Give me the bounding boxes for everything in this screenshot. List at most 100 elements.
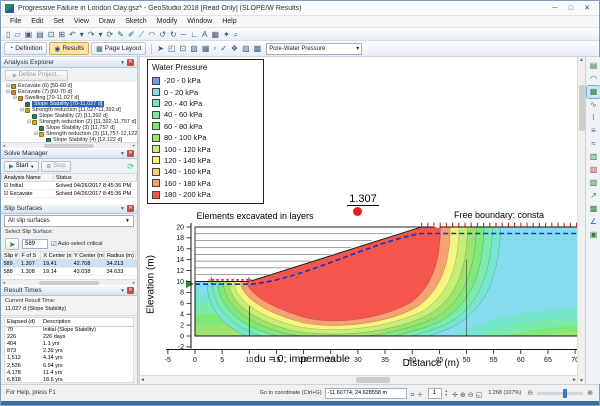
column-header[interactable]: Deta <box>135 252 137 260</box>
refresh-icon[interactable]: ⟳ <box>105 29 116 40</box>
pan-icon[interactable]: ✛ <box>451 392 459 399</box>
pick-slip-button[interactable]: ➤ <box>5 238 19 250</box>
copy-icon[interactable]: ⊡ <box>46 29 57 40</box>
page-layout-button[interactable]: ▦Page Layout <box>91 42 146 55</box>
menu-edit[interactable]: Edit <box>26 18 48 25</box>
axes-tool-icon[interactable]: ∟ <box>188 29 200 40</box>
refresh-icon[interactable]: ⟳ <box>127 162 134 171</box>
zoom-slider[interactable] <box>537 392 583 395</box>
select-cursor-icon[interactable]: ➤ <box>155 43 166 54</box>
result-time-row[interactable]: 4,17811.4 yrs <box>5 369 133 376</box>
define-project-button[interactable]: ◈Define Project... <box>5 70 68 81</box>
text-tool-icon[interactable]: A <box>200 29 209 40</box>
slip-filter-dropdown[interactable]: All slip surfaces▼ <box>4 215 134 227</box>
menu-help[interactable]: Help <box>217 18 241 25</box>
draw-points-icon[interactable]: ✐ <box>126 29 137 40</box>
zoom-slider-thumb[interactable] <box>563 389 567 398</box>
result-time-row[interactable]: 6,81818.6 yrs <box>5 376 133 383</box>
result-time-row[interactable]: 226226 days <box>5 333 133 340</box>
solve-row[interactable]: ☑ InitialSolved 04/26/2017 8:45:36 PM <box>2 182 137 190</box>
menu-modify[interactable]: Modify <box>152 18 183 25</box>
horizontal-scrollbar[interactable]: ◄ ► <box>140 375 577 384</box>
page-spinner[interactable]: ▲▼ <box>445 389 448 397</box>
result-time-row[interactable]: 70Initial (Slope Stability) <box>5 326 133 333</box>
slip-color-icon[interactable]: ❖ <box>229 43 240 54</box>
menu-draw[interactable]: Draw <box>94 18 120 25</box>
minimize-button[interactable]: ─ <box>547 5 563 12</box>
view-slices-icon[interactable]: ▥ <box>587 151 600 163</box>
close-panel-icon[interactable]: ✕ <box>127 205 134 212</box>
vertical-scrollbar[interactable]: ▲ ▼ <box>577 57 585 384</box>
save-icon[interactable]: ▣ <box>23 29 35 40</box>
column-header[interactable]: Elapsed (d) <box>5 318 41 326</box>
slip-row[interactable]: 5891.30719.4142.70834.213Crit <box>2 260 138 268</box>
menu-view[interactable]: View <box>69 18 94 25</box>
start-button[interactable]: ▶Start▼ <box>4 161 39 172</box>
results-button[interactable]: ◉Results <box>49 42 89 55</box>
stop-button[interactable]: ⊘Stop <box>41 161 70 172</box>
add-page-icon[interactable]: ＋ <box>416 392 425 399</box>
column-header[interactable]: Slip # <box>2 252 20 260</box>
identify-icon[interactable]: ✦ <box>221 29 232 40</box>
pin-icon[interactable]: ▼ <box>120 151 125 157</box>
mesh-icon[interactable]: ▦ <box>200 43 212 54</box>
result-time-row[interactable]: 8732.39 yrs <box>5 348 133 355</box>
close-panel-icon[interactable]: ✕ <box>127 287 134 294</box>
close-panel-icon[interactable]: ✕ <box>127 150 134 157</box>
zoom-box-icon[interactable]: ◰ <box>166 43 178 54</box>
menu-window[interactable]: Window <box>182 18 217 25</box>
slip-row[interactable]: 5881.30819.1443.03834.633 <box>2 268 138 276</box>
draw-arc-icon[interactable]: ↺ <box>157 29 168 40</box>
slip-number-input[interactable]: 589 <box>22 239 48 249</box>
draw-slip-entryexit-icon[interactable]: ∿ <box>587 99 600 111</box>
redo-icon[interactable]: ↷ <box>86 29 97 40</box>
zoom-window-icon[interactable]: ◱ <box>475 392 484 399</box>
line-tool-icon[interactable]: ─ <box>179 29 189 40</box>
sketch-text-icon[interactable]: ▤ <box>587 60 600 72</box>
column-header[interactable]: Y Center (m) <box>72 252 105 260</box>
result-time-row[interactable]: 4041.1 yrs <box>5 340 133 347</box>
draw-circle-icon[interactable]: ◠ <box>146 29 157 40</box>
column-header[interactable]: Description <box>41 318 133 326</box>
print-icon[interactable]: ▤ <box>34 29 46 40</box>
pin-icon[interactable]: ▼ <box>120 206 125 212</box>
menu-set[interactable]: Set <box>48 18 69 25</box>
draw-graph-icon[interactable]: ✓ <box>218 43 229 54</box>
column-header[interactable]: Analysis Name <box>2 174 54 182</box>
legend-toggle-icon[interactable]: ▩ <box>252 43 264 54</box>
pin-icon[interactable]: ▼ <box>120 60 125 66</box>
contour-icon[interactable]: ▧ <box>188 43 200 54</box>
goto-coordinate-input[interactable]: -11.60774, 24.628558 m <box>325 388 407 399</box>
draw-regions-icon[interactable]: ✎ <box>115 29 126 40</box>
zoom-in-icon[interactable]: ⊕ <box>459 392 467 399</box>
scroll-thumb[interactable] <box>356 377 390 383</box>
close-panel-icon[interactable]: ✕ <box>127 59 134 66</box>
menu-sketch[interactable]: Sketch <box>120 18 151 25</box>
column-header[interactable]: X Center (m) <box>41 252 72 260</box>
new-file-icon[interactable]: ▯ <box>4 29 12 40</box>
pin-icon[interactable]: ▼ <box>120 288 125 294</box>
zoom-plus-icon[interactable]: ⊕ <box>586 389 594 397</box>
draw-piezo-line-icon[interactable]: ≈ <box>587 138 600 150</box>
snap-grid-icon[interactable]: ⌗ <box>410 392 416 399</box>
scroll-left-icon[interactable]: ◄ <box>140 377 145 383</box>
column-header[interactable]: Radius (m) <box>104 252 135 260</box>
draw-slip-grid-icon[interactable]: ▦ <box>587 86 600 98</box>
node-icon[interactable]: ▫ <box>211 43 218 54</box>
draw-tension-crack-icon[interactable]: ⌇ <box>587 112 600 124</box>
page-number-input[interactable]: 1 <box>428 388 442 399</box>
view-mesh-icon[interactable]: ▩ <box>587 203 600 215</box>
scroll-right-icon[interactable]: ► <box>572 377 577 383</box>
column-header[interactable]: Status <box>54 174 137 182</box>
copy-graphic-icon[interactable]: ⊡ <box>178 43 189 54</box>
result-time-row[interactable]: 1,5124.14 yrs <box>5 355 133 362</box>
draw-slip-radius-icon[interactable]: ◠ <box>587 73 600 85</box>
draw-spline-icon[interactable]: ↻ <box>168 29 179 40</box>
scroll-up-icon[interactable]: ▲ <box>579 57 584 63</box>
view-vectors-icon[interactable]: ↗ <box>587 190 600 202</box>
column-header[interactable]: F of S <box>19 252 41 260</box>
view-contours-icon[interactable]: ▨ <box>587 177 600 189</box>
report-icon[interactable]: ▣ <box>587 229 600 241</box>
solve-row[interactable]: ☑ ExcavateSolved 04/26/2017 8:45:36 PM <box>2 190 137 198</box>
contour-type-dropdown[interactable]: Pore-Water Pressure ▾ <box>266 43 362 55</box>
